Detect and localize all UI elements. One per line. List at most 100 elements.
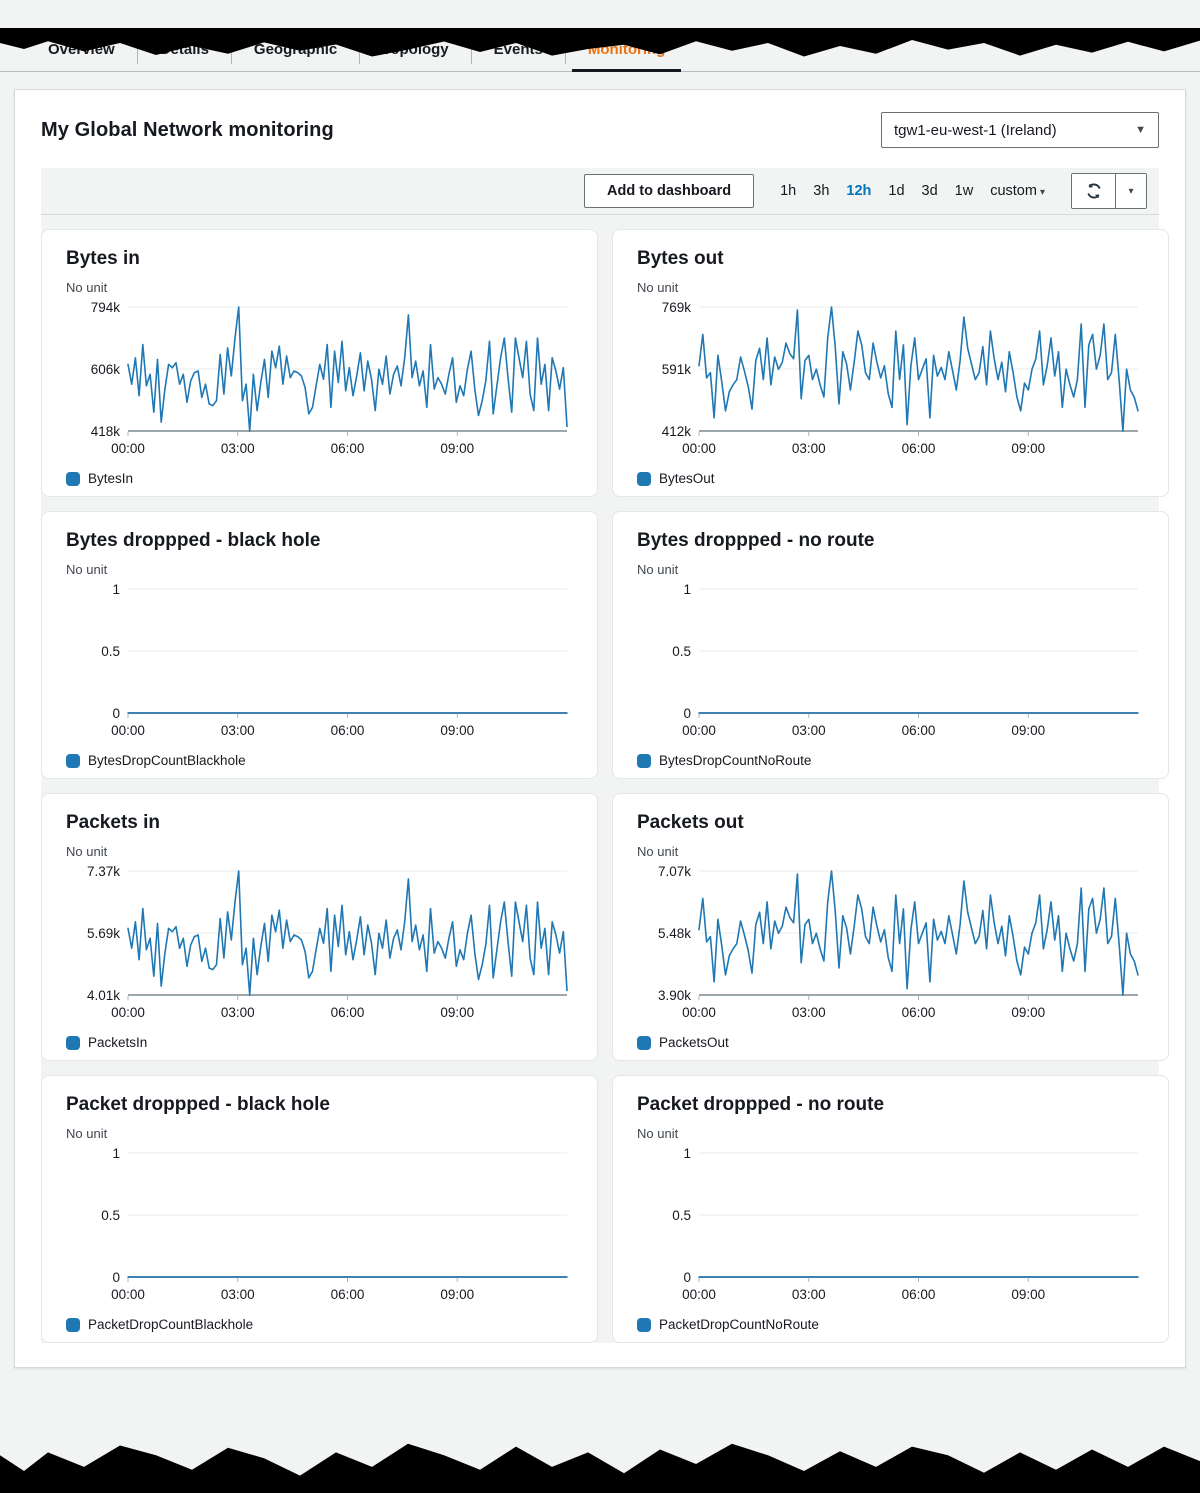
chart-panel-packets_in: Packets in No unit 7.37k 5.69k 4.01k 00:00 03:… [41,793,598,1061]
chart-panel-bytes_out: Bytes out No unit 769k 591k 412k 00:00 03:00 06… [612,229,1169,497]
chart-bytes_out[interactable]: 769k 591k 412k 00:00 03:00 06:00 09:00 [637,300,1144,465]
time-range-1w[interactable]: 1w [955,183,974,199]
x-tick-label: 00:00 [682,441,716,456]
time-range-1d[interactable]: 1d [888,183,904,199]
y-tick-label: 794k [91,300,121,315]
legend-label: PacketsIn [88,1035,148,1050]
legend-packets_out[interactable]: PacketsOut [637,1035,1144,1050]
x-tick-label: 09:00 [440,1287,474,1302]
x-tick-label: 06:00 [902,1287,936,1302]
x-tick-label: 06:00 [902,441,936,456]
legend-packets_in[interactable]: PacketsIn [66,1035,573,1050]
legend-swatch [637,1317,651,1332]
chart-bytes_in[interactable]: 794k 606k 418k 00:00 03:00 06:00 09:00 [66,300,573,465]
y-tick-label: 0.5 [101,1208,120,1223]
page-title: My Global Network monitoring [41,118,334,141]
chart-packets_in[interactable]: 7.37k 5.69k 4.01k 00:00 03:00 06:00 09:00 [66,864,573,1029]
y-tick-label: 7.37k [87,864,120,879]
y-tick-label: 0 [112,1270,120,1285]
y-tick-label: 5.69k [87,926,120,941]
gateway-selector[interactable]: tgw1-eu-west-1 (Ireland) ▼ [881,112,1159,148]
legend-swatch [637,753,651,768]
card-header: My Global Network monitoring tgw1-eu-wes… [41,112,1159,148]
chart-title: Bytes in [66,248,140,269]
time-range-3h[interactable]: 3h [813,183,829,199]
legend-packet_drop_noroute[interactable]: PacketDropCountNoRoute [637,1317,1144,1332]
chart-panel-packets_out: Packets out No unit 7.07k 5.48k 3.90k 00:00 03… [612,793,1169,1061]
legend-bytes_in[interactable]: BytesIn [66,471,573,486]
chart-packets_out[interactable]: 7.07k 5.48k 3.90k 00:00 03:00 06:00 09:00 [637,864,1144,1029]
time-range-3d[interactable]: 3d [922,183,938,199]
legend-label: BytesOut [659,471,715,486]
chart-unit-label: No unit [66,1126,108,1141]
chart-bytes_drop_noroute[interactable]: 1 0.5 0 00:00 03:00 06:00 09:00 [637,582,1144,747]
legend-swatch [66,1317,80,1332]
chart-title: Packets in [66,812,160,833]
chart-panel-bytes_drop_blackhole: Bytes droppped - black hole No unit 1 0.5 0 0… [41,511,598,779]
x-tick-label: 00:00 [682,1005,716,1020]
chart-unit-label: No unit [66,562,108,577]
x-tick-label: 03:00 [221,723,255,738]
time-range-group: 1h 3h 12h 1d 3d 1w custom ▾ [780,183,1045,199]
monitoring-card: My Global Network monitoring tgw1-eu-wes… [14,89,1186,1368]
gateway-selector-value: tgw1-eu-west-1 (Ireland) [894,121,1057,139]
y-tick-label: 418k [91,424,121,439]
x-tick-label: 03:00 [221,1005,255,1020]
dropdown-triangle-icon: ▼ [1135,124,1146,136]
refresh-options-button[interactable]: ▾ [1116,174,1146,208]
chart-panel-packet_drop_noroute: Packet droppped - no route No unit 1 0.5 0 00… [612,1075,1169,1343]
x-tick-label: 09:00 [1011,1005,1045,1020]
legend-bytes_out[interactable]: BytesOut [637,471,1144,486]
chart-title: Packet droppped - no route [637,1094,885,1115]
add-to-dashboard-button[interactable]: Add to dashboard [584,174,755,208]
legend-swatch [66,471,80,486]
y-tick-label: 7.07k [658,864,691,879]
legend-label: PacketDropCountBlackhole [88,1317,254,1332]
time-range-12h[interactable]: 12h [846,183,871,199]
y-tick-label: 0.5 [672,644,691,659]
chart-title: Bytes droppped - no route [637,530,875,551]
refresh-button[interactable] [1072,174,1116,208]
refresh-split-button: ▾ [1071,173,1147,209]
x-tick-label: 09:00 [440,441,474,456]
x-tick-label: 03:00 [221,1287,255,1302]
time-range-1h[interactable]: 1h [780,183,796,199]
chart-bytes_drop_blackhole[interactable]: 1 0.5 0 00:00 03:00 06:00 09:00 [66,582,573,747]
x-tick-label: 00:00 [111,723,145,738]
chart-title: Packets out [637,812,744,833]
caret-down-icon: ▾ [1128,185,1134,197]
chart-packet_drop_noroute[interactable]: 1 0.5 0 00:00 03:00 06:00 09:00 [637,1146,1144,1311]
monitoring-widget: Add to dashboard 1h 3h 12h 1d 3d 1w custom ▾ ▾ … [41,168,1169,1343]
time-range-custom[interactable]: custom ▾ [990,183,1045,199]
y-tick-label: 3.90k [658,988,691,1003]
caret-down-icon: ▾ [1039,187,1045,198]
y-tick-label: 0 [683,1270,691,1285]
y-tick-label: 0 [683,706,691,721]
torn-edge-bottom [0,1443,1200,1493]
legend-packet_drop_blackhole[interactable]: PacketDropCountBlackhole [66,1317,573,1332]
x-tick-label: 09:00 [440,1005,474,1020]
x-tick-label: 06:00 [902,1005,936,1020]
x-tick-label: 03:00 [792,1005,826,1020]
chart-unit-label: No unit [637,280,679,295]
legend-swatch [637,471,651,486]
legend-swatch [66,1035,80,1050]
y-tick-label: 412k [662,424,692,439]
x-tick-label: 06:00 [902,723,936,738]
x-tick-label: 06:00 [331,723,365,738]
chart-packet_drop_blackhole[interactable]: 1 0.5 0 00:00 03:00 06:00 09:00 [66,1146,573,1311]
y-tick-label: 606k [91,362,121,377]
x-tick-label: 03:00 [792,441,826,456]
x-tick-label: 06:00 [331,1287,365,1302]
legend-bytes_drop_noroute[interactable]: BytesDropCountNoRoute [637,753,1144,768]
x-tick-label: 03:00 [221,441,255,456]
y-tick-label: 1 [112,582,120,597]
legend-label: PacketsOut [659,1035,729,1050]
x-tick-label: 00:00 [111,441,145,456]
x-tick-label: 03:00 [792,723,826,738]
x-tick-label: 00:00 [682,1287,716,1302]
y-tick-label: 0.5 [672,1208,691,1223]
legend-bytes_drop_blackhole[interactable]: BytesDropCountBlackhole [66,753,573,768]
x-tick-label: 06:00 [331,441,365,456]
legend-label: PacketDropCountNoRoute [659,1317,819,1332]
